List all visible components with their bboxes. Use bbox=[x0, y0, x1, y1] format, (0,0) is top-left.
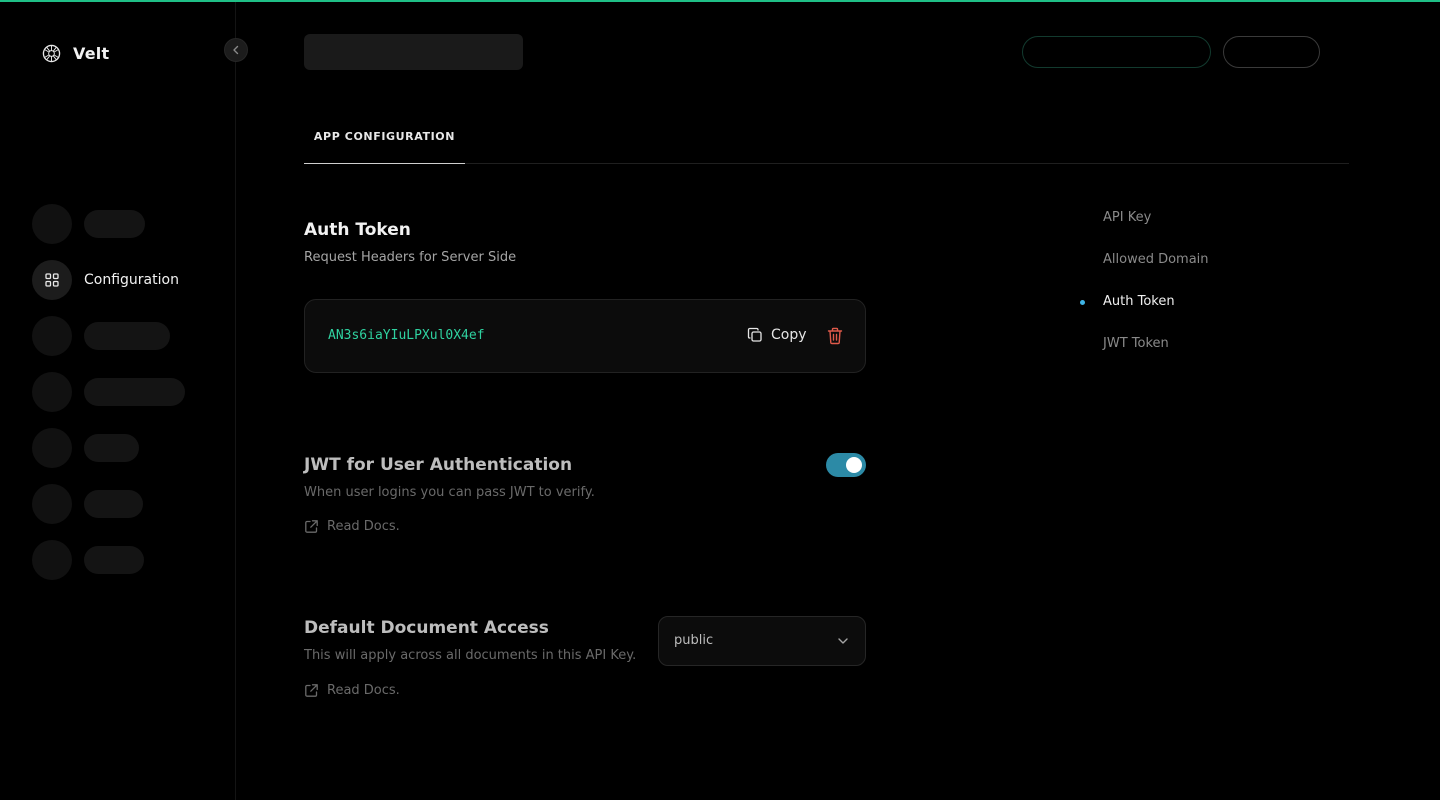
velt-logo-icon bbox=[42, 44, 61, 63]
toc-item-jwt-token[interactable]: JWT Token bbox=[1103, 336, 1169, 351]
toc-item-api-key[interactable]: API Key bbox=[1103, 210, 1151, 225]
nav-icon-placeholder bbox=[32, 372, 72, 412]
nav-icon-wrapper bbox=[32, 260, 72, 300]
sidebar-item-placeholder[interactable] bbox=[32, 428, 139, 468]
nav-icon-placeholder bbox=[32, 204, 72, 244]
nav-label-placeholder bbox=[84, 546, 144, 574]
copy-label: Copy bbox=[771, 327, 807, 343]
delete-icon[interactable] bbox=[827, 327, 843, 345]
nav-label-placeholder bbox=[84, 378, 185, 406]
header-action-button[interactable] bbox=[1022, 36, 1211, 68]
document-access-description: This will apply across all documents in … bbox=[304, 648, 637, 663]
external-link-icon bbox=[305, 684, 318, 697]
document-access-read-docs-link[interactable]: Read Docs. bbox=[304, 683, 400, 698]
read-docs-label: Read Docs. bbox=[327, 519, 400, 534]
collapse-sidebar-button[interactable] bbox=[224, 38, 248, 62]
jwt-toggle[interactable] bbox=[826, 453, 866, 477]
external-link-icon bbox=[305, 520, 318, 533]
chevron-down-icon bbox=[838, 638, 848, 644]
jwt-description: When user logins you can pass JWT to ver… bbox=[304, 485, 595, 500]
brand-name: Velt bbox=[73, 44, 110, 63]
select-value: public bbox=[674, 633, 714, 648]
document-access-select[interactable]: public bbox=[658, 616, 866, 666]
tab-bar: APP CONFIGURATION bbox=[304, 112, 1349, 164]
nav-label-placeholder bbox=[84, 210, 145, 238]
nav-icon-placeholder bbox=[32, 316, 72, 356]
nav-icon-placeholder bbox=[32, 484, 72, 524]
brand[interactable]: Velt bbox=[42, 44, 109, 63]
sidebar-item-placeholder[interactable] bbox=[32, 372, 185, 412]
document-access-title: Default Document Access bbox=[304, 618, 549, 638]
sidebar-item-label: Configuration bbox=[84, 272, 179, 288]
read-docs-label: Read Docs. bbox=[327, 683, 400, 698]
tab-app-configuration[interactable]: APP CONFIGURATION bbox=[304, 112, 465, 164]
sidebar-item-configuration[interactable]: Configuration bbox=[32, 260, 179, 300]
toc-item-auth-token[interactable]: Auth Token bbox=[1103, 294, 1175, 309]
auth-token-subtitle: Request Headers for Server Side bbox=[304, 250, 517, 265]
nav-label-placeholder bbox=[84, 322, 170, 350]
sidebar-item-placeholder[interactable] bbox=[32, 204, 145, 244]
nav-icon-placeholder bbox=[32, 428, 72, 468]
chevron-left-icon bbox=[233, 45, 239, 55]
sidebar-item-placeholder[interactable] bbox=[32, 484, 143, 524]
auth-token-box: AN3s6iaYIuLPXul0X4ef Copy bbox=[304, 299, 866, 373]
sidebar-item-placeholder[interactable] bbox=[32, 316, 170, 356]
header-secondary-button[interactable] bbox=[1223, 36, 1320, 68]
nav-icon-placeholder bbox=[32, 540, 72, 580]
header-title-placeholder bbox=[304, 34, 523, 70]
toggle-knob bbox=[846, 457, 862, 473]
active-indicator-dot bbox=[1080, 300, 1085, 305]
copy-button[interactable]: Copy bbox=[747, 327, 807, 343]
auth-token-value[interactable]: AN3s6iaYIuLPXul0X4ef bbox=[328, 328, 485, 343]
grid-icon bbox=[45, 273, 59, 287]
nav-label-placeholder bbox=[84, 434, 139, 462]
auth-token-title: Auth Token bbox=[304, 220, 411, 240]
jwt-title: JWT for User Authentication bbox=[304, 455, 573, 475]
toc-item-allowed-domain[interactable]: Allowed Domain bbox=[1103, 252, 1209, 267]
jwt-read-docs-link[interactable]: Read Docs. bbox=[304, 519, 400, 534]
sidebar-item-placeholder[interactable] bbox=[32, 540, 144, 580]
copy-icon bbox=[747, 327, 762, 342]
nav-label-placeholder bbox=[84, 490, 143, 518]
